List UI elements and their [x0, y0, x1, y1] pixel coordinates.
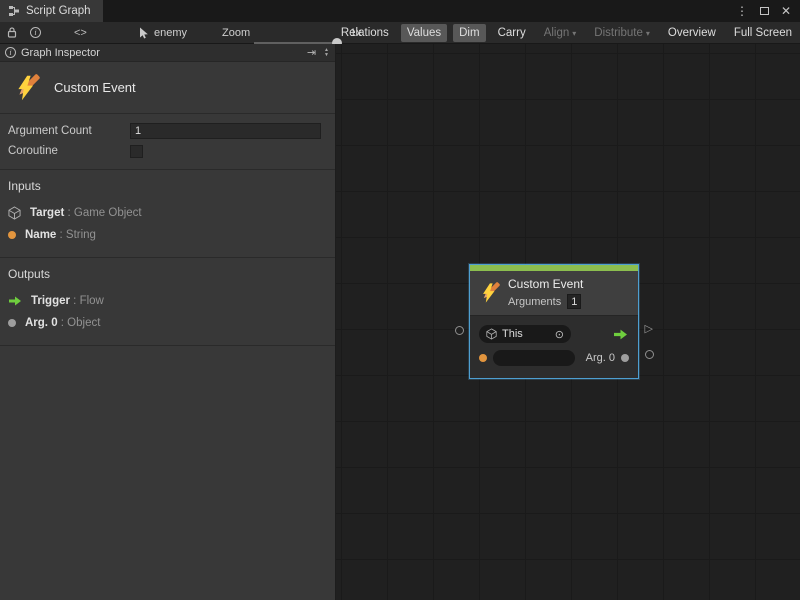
input-row-name: Name : String [8, 224, 327, 246]
graph-inspector-panel: i Graph Inspector ⇥ ▲ ▼ Custom Event [0, 44, 336, 600]
graph-picker[interactable]: enemy [138, 22, 187, 43]
argument-count-row: Argument Count [8, 121, 321, 141]
chevron-down-icon: ▾ [646, 29, 650, 38]
arg0-output-port[interactable] [645, 350, 654, 359]
unit-title-block: Custom Event [0, 62, 335, 114]
maximize-icon[interactable] [760, 7, 769, 15]
custom-event-node[interactable]: Custom Event Arguments 1 This ⊙ [469, 264, 639, 379]
object-picker-icon[interactable]: ⊙ [555, 328, 564, 341]
node-arguments-value[interactable]: 1 [567, 294, 581, 309]
argument-count-label: Argument Count [8, 125, 130, 137]
info-icon: i [5, 47, 16, 58]
window-controls: ⋮ ✕ [736, 0, 800, 22]
flow-arrow-icon [8, 295, 22, 307]
coroutine-checkbox[interactable] [130, 145, 143, 158]
inputs-section: Inputs Target : Game Object Name : Strin… [0, 170, 335, 258]
input-row-target: Target : Game Object [8, 202, 327, 224]
tab-title: Script Graph [26, 5, 91, 17]
arg0-port-icon[interactable] [621, 354, 629, 362]
info-icon[interactable]: i [30, 22, 41, 43]
zoom-label: Zoom [222, 22, 250, 43]
cube-icon [486, 328, 497, 340]
scroll-down-icon[interactable]: ▼ [324, 53, 329, 58]
menu-kebab-icon[interactable]: ⋮ [736, 5, 748, 17]
custom-event-icon [478, 282, 500, 304]
cursor-icon [138, 27, 149, 39]
dim-button[interactable]: Dim [453, 24, 485, 42]
target-object-value: This [502, 328, 523, 340]
overview-button[interactable]: Overview [662, 24, 722, 42]
inspector-header: i Graph Inspector ⇥ ▲ ▼ [0, 44, 335, 62]
coroutine-label: Coroutine [8, 145, 130, 157]
argument-count-input[interactable] [130, 123, 321, 139]
custom-event-icon [12, 74, 40, 102]
cube-icon [8, 206, 21, 220]
inspector-title: Graph Inspector [21, 47, 100, 59]
string-port-icon [8, 231, 16, 239]
zoom-slider[interactable] [254, 22, 340, 43]
node-arguments-label: Arguments [508, 296, 561, 308]
align-button[interactable]: Align ▾ [538, 24, 583, 42]
name-port-icon[interactable] [479, 354, 487, 362]
tab-script-graph[interactable]: Script Graph [0, 0, 103, 22]
output-row-trigger: Trigger : Flow [8, 290, 327, 312]
toolbar-buttons: Relations Values Dim Carry Align ▾ Distr… [335, 22, 798, 43]
inputs-title: Inputs [8, 179, 327, 193]
titlebar: Script Graph ⋮ ✕ [0, 0, 800, 22]
relations-button[interactable]: Relations [335, 24, 395, 42]
node-header[interactable]: Custom Event Arguments 1 [470, 271, 638, 315]
node-body: This ⊙ Arg. 0 [470, 315, 638, 378]
trigger-arrow-icon [612, 328, 629, 341]
code-icon[interactable]: <> [74, 22, 87, 43]
lock-icon[interactable] [6, 22, 18, 43]
object-port-icon [8, 319, 16, 327]
target-input-port[interactable] [455, 326, 464, 335]
dock-icon[interactable]: ⇥ [307, 46, 316, 59]
chevron-down-icon: ▾ [572, 29, 576, 38]
trigger-output-port[interactable]: ▷ [645, 324, 653, 335]
outputs-title: Outputs [8, 267, 327, 281]
graph-canvas[interactable]: Custom Event Arguments 1 This ⊙ [336, 44, 800, 600]
output-row-arg0: Arg. 0 : Object [8, 312, 327, 334]
fields-block: Argument Count Coroutine [0, 114, 335, 170]
values-button[interactable]: Values [401, 24, 447, 42]
close-icon[interactable]: ✕ [781, 5, 791, 17]
target-object-dropdown[interactable]: This ⊙ [479, 325, 571, 343]
outputs-section: Outputs Trigger : Flow Arg. 0 : Object [0, 258, 335, 346]
event-name-input[interactable] [493, 350, 575, 366]
node-row-target: This ⊙ [479, 322, 629, 346]
script-graph-icon [8, 5, 20, 17]
panel-scroll-arrows[interactable]: ▲ ▼ [324, 48, 330, 58]
unity-script-graph-window: Script Graph ⋮ ✕ i <> enemy Zoom [0, 0, 800, 600]
toolbar: i <> enemy Zoom 1x Relations Values Dim … [0, 22, 800, 44]
coroutine-row: Coroutine [8, 141, 321, 161]
distribute-button[interactable]: Distribute ▾ [588, 24, 656, 42]
node-row-arg: Arg. 0 [479, 346, 629, 370]
arg0-label: Arg. 0 [586, 352, 615, 364]
node-title: Custom Event [508, 277, 583, 291]
unit-title: Custom Event [54, 80, 136, 95]
graph-name: enemy [154, 27, 187, 39]
fullscreen-button[interactable]: Full Screen [728, 24, 798, 42]
carry-button[interactable]: Carry [492, 24, 532, 42]
